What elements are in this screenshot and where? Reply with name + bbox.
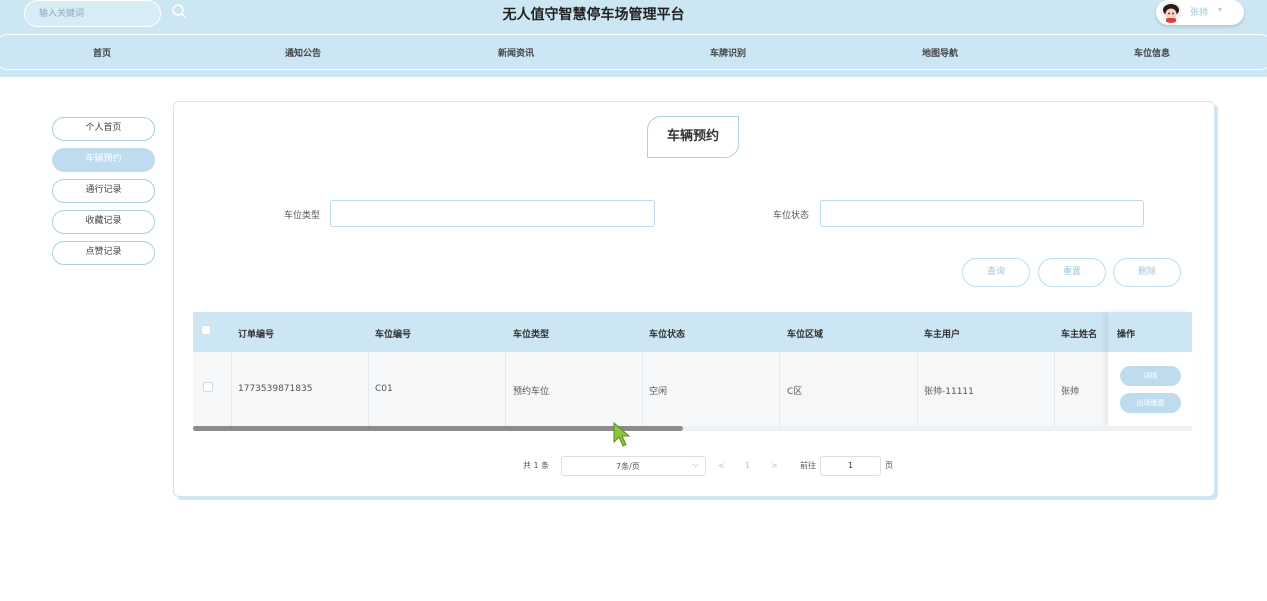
row-checkbox[interactable] xyxy=(203,382,213,392)
column-header-space-area: 车位区域 xyxy=(787,330,824,340)
detail-button[interactable]: 详情 xyxy=(1120,366,1181,386)
horizontal-scrollbar-thumb[interactable] xyxy=(193,426,683,431)
sidebar-item-profile[interactable]: 个人首页 xyxy=(52,117,155,141)
table-header xyxy=(193,312,1192,352)
column-divider xyxy=(779,352,780,426)
chevron-down-icon: ⌵ xyxy=(692,460,699,469)
space-type-input[interactable] xyxy=(331,201,654,226)
panel-title: 车辆预约 xyxy=(647,116,739,158)
query-button[interactable]: 查询 xyxy=(962,258,1030,287)
column-divider xyxy=(231,352,232,426)
space-type-field[interactable] xyxy=(330,200,655,227)
sidebar-item-favorites[interactable]: 收藏记录 xyxy=(52,210,155,234)
cell-order-no: 1773539871835 xyxy=(238,384,313,394)
cell-owner-name: 张帅 xyxy=(1061,387,1080,397)
cell-space-status: 空闲 xyxy=(649,387,668,397)
column-header-space-no: 车位编号 xyxy=(375,330,412,340)
cell-space-no: C01 xyxy=(375,384,393,394)
operations-column: 操作 详情 出场缴费 xyxy=(1108,312,1192,426)
nav-item-notices[interactable]: 通知公告 xyxy=(285,46,321,59)
prev-page-button[interactable]: < xyxy=(718,456,725,476)
delete-button[interactable]: 删除 xyxy=(1113,258,1181,287)
nav-item-space-info[interactable]: 车位信息 xyxy=(1134,46,1170,59)
user-name: 张帅 xyxy=(1190,8,1209,18)
sidebar-item-pass-records[interactable]: 通行记录 xyxy=(52,179,155,203)
mouse-cursor-icon xyxy=(613,422,631,447)
site-title: 无人值守智慧停车场管理平台 xyxy=(502,7,685,23)
column-header-owner-user: 车主用户 xyxy=(924,330,961,340)
column-header-space-type: 车位类型 xyxy=(513,330,550,340)
next-page-button[interactable]: > xyxy=(771,456,778,476)
column-header-order-no: 订单编号 xyxy=(238,330,275,340)
chevron-down-icon: ▾ xyxy=(1218,5,1223,14)
reset-button[interactable]: 重置 xyxy=(1038,258,1106,287)
nav-item-plate-recognition[interactable]: 车牌识别 xyxy=(710,46,746,59)
content-panel xyxy=(173,101,1215,497)
column-divider xyxy=(642,352,643,426)
page-size-select[interactable]: 7条/页 ⌵ xyxy=(561,456,706,476)
column-divider xyxy=(917,352,918,426)
nav-item-map-navigation[interactable]: 地图导航 xyxy=(922,46,958,59)
main-nav xyxy=(0,34,1267,70)
select-all-checkbox[interactable] xyxy=(201,325,211,335)
cell-owner-user: 张帅-11111 xyxy=(924,387,974,397)
column-header-space-status: 车位状态 xyxy=(649,330,686,340)
space-status-field[interactable] xyxy=(820,200,1144,227)
column-divider xyxy=(505,352,506,426)
column-divider xyxy=(368,352,369,426)
page-size-value: 7条/页 xyxy=(616,462,640,471)
column-header-operations: 操作 xyxy=(1117,330,1136,340)
table-row xyxy=(193,352,1192,426)
nav-item-news[interactable]: 新闻资讯 xyxy=(498,46,534,59)
avatar xyxy=(1160,1,1182,23)
exit-payment-button[interactable]: 出场缴费 xyxy=(1120,393,1181,413)
goto-page-input[interactable]: 1 xyxy=(820,456,881,476)
nav-item-home[interactable]: 首页 xyxy=(93,46,111,59)
cell-space-area: C区 xyxy=(787,387,803,397)
cell-space-type: 预约车位 xyxy=(513,387,550,397)
goto-label: 前往 xyxy=(800,461,816,470)
sidebar-item-vehicle-booking[interactable]: 车辆预约 xyxy=(52,148,155,172)
column-header-owner-name: 车主姓名 xyxy=(1061,330,1098,340)
space-status-input[interactable] xyxy=(821,201,1143,226)
user-menu[interactable]: 张帅 ▾ xyxy=(1156,0,1244,25)
current-page[interactable]: 1 xyxy=(745,456,750,476)
space-status-label: 车位状态 xyxy=(773,211,810,221)
page-unit-label: 页 xyxy=(885,461,893,470)
space-type-label: 车位类型 xyxy=(284,211,321,221)
column-divider xyxy=(1054,352,1055,426)
pagination-total: 共 1 条 xyxy=(523,461,550,470)
sidebar-item-likes[interactable]: 点赞记录 xyxy=(52,241,155,265)
